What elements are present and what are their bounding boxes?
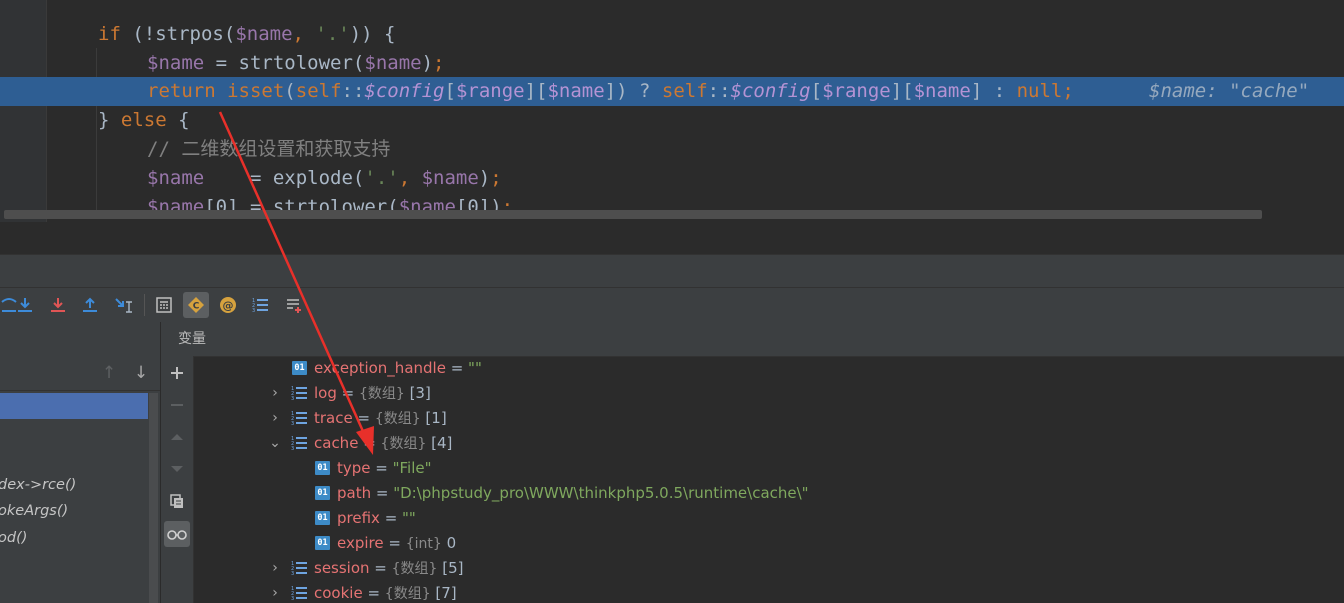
frames-list-icon[interactable]: 123 (247, 292, 273, 318)
variable-row-type[interactable]: 01 type = "File" (194, 456, 1344, 481)
code-line-explode[interactable]: $name = explode('.', $name); (0, 164, 1344, 193)
add-watch-icon[interactable] (281, 292, 307, 318)
variable-row-expire[interactable]: 01 expire = {int} 0 (194, 531, 1344, 556)
move-up-icon[interactable] (164, 424, 190, 450)
variable-row-cache[interactable]: ⌄ 123 cache = {数组} [4] (194, 431, 1344, 456)
chevron-right-icon[interactable]: › (268, 581, 282, 603)
watch-at-icon[interactable]: @ (215, 292, 241, 318)
inline-debug-value: $name: "cache" (1149, 80, 1310, 102)
remove-watch-icon[interactable] (164, 392, 190, 418)
step-out-icon[interactable] (77, 292, 103, 318)
svg-text:3: 3 (291, 596, 294, 601)
variables-side-toolbar (161, 356, 194, 603)
array-icon: 123 (291, 561, 307, 576)
frames-pane: ↑ ↓ dex->rce() okeArgs() od() (0, 322, 161, 603)
field-icon: 01 (315, 486, 330, 500)
frame-up-button[interactable]: ↑ (100, 364, 118, 382)
step-into-icon[interactable] (12, 292, 38, 318)
svg-text:3: 3 (291, 421, 294, 426)
copy-icon[interactable] (164, 488, 190, 514)
array-icon: 123 (291, 586, 307, 601)
variable-row-session[interactable]: › 123 session = {数组} [5] (194, 556, 1344, 581)
svg-text:3: 3 (291, 571, 294, 576)
evaluate-expression-icon[interactable] (151, 292, 177, 318)
editor-bottom-area (0, 222, 1344, 255)
move-down-icon[interactable] (164, 456, 190, 482)
variables-title: 变量 (178, 331, 206, 347)
code-line-comment[interactable]: // 二维数组设置和获取支持 (0, 135, 1344, 164)
debug-tab-bar (0, 255, 1344, 288)
array-icon: 123 (291, 386, 307, 401)
code-editor[interactable]: if (!strpos($name, '.')) { $name = strto… (0, 0, 1344, 222)
code-line-else[interactable]: } else { (0, 106, 1344, 135)
variables-header: 变量 (161, 322, 1344, 357)
variable-row-exception-handle[interactable]: 01 exception_handle = "" (194, 357, 1344, 381)
svg-text:3: 3 (252, 308, 255, 314)
frame-item-selected[interactable] (0, 393, 148, 419)
frames-divider (0, 390, 160, 391)
code-line-if[interactable]: if (!strpos($name, '.')) { (0, 20, 1344, 49)
variable-row-log[interactable]: › 123 log = {数组} [3] (194, 381, 1344, 406)
code-line-strtolower[interactable]: $name = strtolower($name); (0, 49, 1344, 78)
force-step-into-icon[interactable] (45, 292, 71, 318)
frame-down-button[interactable]: ↓ (132, 364, 150, 382)
watches-glasses-icon[interactable] (164, 521, 190, 547)
svg-text:3: 3 (291, 446, 294, 451)
frame-item[interactable]: okeArgs() (0, 498, 68, 524)
variable-row-path[interactable]: 01 path = "D:\phpstudy_pro\WWW\thinkphp5… (194, 481, 1344, 506)
variables-tree[interactable]: 01 exception_handle = "" › 123 log = {数组… (194, 357, 1344, 603)
field-icon: 01 (292, 361, 307, 375)
frames-scrollbar[interactable] (149, 393, 158, 603)
break-on-exception-icon[interactable]: C (183, 292, 209, 318)
add-watch-icon[interactable] (164, 360, 190, 386)
debug-toolbar: C @ 123 (0, 288, 1344, 323)
editor-horizontal-scrollbar[interactable] (4, 210, 1262, 219)
run-to-cursor-icon[interactable] (110, 292, 136, 318)
frame-item[interactable]: dex->rce() (0, 472, 76, 498)
variable-row-trace[interactable]: › 123 trace = {数组} [1] (194, 406, 1344, 431)
field-icon: 01 (315, 461, 330, 475)
svg-text:3: 3 (291, 396, 294, 401)
chevron-down-icon[interactable]: ⌄ (268, 431, 282, 456)
field-icon: 01 (315, 536, 330, 550)
svg-text:C: C (193, 302, 200, 312)
array-icon: 123 (291, 436, 307, 451)
variable-row-cookie[interactable]: › 123 cookie = {数组} [7] (194, 581, 1344, 603)
chevron-right-icon[interactable]: › (268, 556, 282, 581)
array-icon: 123 (291, 411, 307, 426)
chevron-right-icon[interactable]: › (268, 381, 282, 406)
keyword-if: if (98, 23, 121, 45)
field-icon: 01 (315, 511, 330, 525)
frame-item[interactable]: od() (0, 525, 27, 551)
svg-text:@: @ (223, 299, 234, 312)
variable-row-prefix[interactable]: 01 prefix = "" (194, 506, 1344, 531)
code-line-return-current[interactable]: return isset(self::$config[$range][$name… (0, 77, 1344, 106)
frames-header: ↑ ↓ (0, 356, 160, 390)
toolbar-separator (144, 294, 145, 316)
chevron-right-icon[interactable]: › (268, 406, 282, 431)
